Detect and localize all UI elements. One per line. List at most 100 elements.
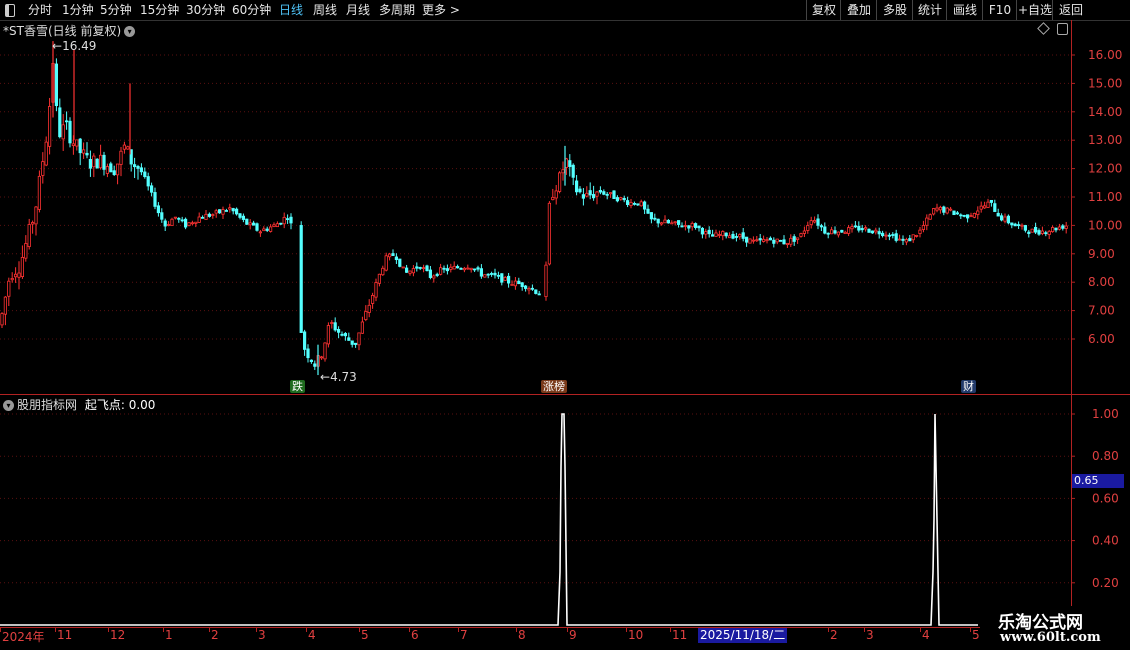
candle-body [1047,230,1051,235]
price-chart[interactable]: 16.0015.0014.0013.0012.0011.0010.009.008… [0,0,1130,650]
candle-body [350,340,354,345]
candle-body [677,220,681,225]
y-tick-label-indicator: 0.40 [1092,534,1119,548]
toolbar-button-7[interactable]: 返回 [1052,0,1089,20]
candle-body [336,328,341,333]
candle-body [731,233,735,239]
period-tab-1[interactable]: 1分钟 [62,0,94,20]
candle-body [500,273,504,283]
y-tick-label-indicator: 1.00 [1092,407,1119,421]
candle-body [619,197,623,200]
high-price-label: ←16.49 [52,39,97,53]
candle-body [438,267,443,275]
event-marker-drop[interactable]: 跌 [290,380,305,393]
candle-body [962,215,966,217]
toolbar-button-2[interactable]: 多股 [876,0,913,20]
sidebar-toggle-icon[interactable] [5,4,15,17]
candle-body [166,224,171,226]
candle-body [884,234,888,237]
candle-body [262,228,266,232]
chevron-down-icon[interactable]: ▾ [124,26,136,37]
low-price-label: ←4.73 [320,370,357,384]
candle-body [949,208,953,211]
candle-body [275,223,280,228]
event-marker-limit-up[interactable]: 涨榜 [541,380,567,393]
candle-body [517,280,521,285]
candle-body [656,218,660,224]
period-tab-7[interactable]: 周线 [313,0,337,20]
candle-body [1006,215,1011,224]
period-tab-0[interactable]: 分时 [28,0,52,20]
candle-body [204,213,208,220]
candle-body [639,201,643,207]
candle-body [704,231,708,235]
toolbar-button-6[interactable]: +自选 [1016,0,1053,20]
candle-body [527,288,531,291]
indicator-chevron-icon[interactable]: ▾ [3,400,14,411]
diamond-icon[interactable] [1037,22,1050,35]
period-tab-3[interactable]: 15分钟 [140,0,179,20]
y-tick-label-main: 13.00 [1088,133,1122,147]
candle-body [826,232,830,235]
candle-body [588,190,592,196]
candle-body [1034,226,1038,233]
candle-body [952,210,956,216]
candle-body [139,167,143,173]
candle-body [568,160,572,167]
candle-body [238,213,242,218]
candle-body [455,266,460,269]
date-tick [920,628,921,632]
candle-body [449,266,453,270]
candle-body [126,146,130,150]
toolbar-button-0[interactable]: 复权 [806,0,841,20]
toolbar-button-3[interactable]: 统计 [912,0,947,20]
period-tab-5[interactable]: 60分钟 [232,0,271,20]
date-tick [626,628,627,632]
candle-body [483,274,487,278]
candle-body [609,192,613,195]
candle-body [489,273,494,275]
toolbar-button-5[interactable]: F10 [982,0,1017,20]
event-marker-finance[interactable]: 财 [961,380,976,393]
candle-body [398,258,402,267]
candle-body [183,218,188,228]
candle-body [758,238,762,241]
candle-body [646,208,650,214]
y-tick-label-indicator: 0.20 [1092,576,1119,590]
period-tab-4[interactable]: 30分钟 [186,0,225,20]
date-label: 2024年 [2,630,45,644]
indicator-series-line [0,413,978,626]
candle-body [10,278,14,281]
date-tick [0,628,1,632]
candle-body [969,215,973,218]
period-tab-6[interactable]: 日线 [279,0,303,20]
candle-body [394,256,399,261]
candle-body [578,188,582,193]
period-tab-9[interactable]: 多周期 [379,0,415,20]
candle-body [197,216,201,223]
main-panel-title-wrap: *ST香雪(日线 前复权) ▾ [3,22,136,39]
period-tab-2[interactable]: 5分钟 [100,0,132,20]
candle-body [343,333,348,337]
candle-body [711,234,715,237]
candle-body [864,227,868,230]
candle-body [408,270,412,274]
period-tab-10[interactable]: 更多 > [422,0,460,20]
toolbar-button-4[interactable]: 画线 [946,0,983,20]
candle-body [779,239,783,242]
date-tick [256,628,257,632]
candle-body [340,333,344,336]
candle-body [391,253,395,256]
date-label: 5 [972,628,980,642]
candle-body [680,225,684,228]
date-label: 4 [308,628,316,642]
candle-body [785,242,790,246]
candle-body [1064,225,1068,229]
panel-toggle-icon[interactable] [1057,23,1068,35]
candle-body [925,217,929,226]
candle-body [823,226,827,234]
toolbar-button-1[interactable]: 叠加 [840,0,877,20]
candle-body [105,166,109,174]
period-tab-8[interactable]: 月线 [346,0,370,20]
candle-body [190,222,194,225]
